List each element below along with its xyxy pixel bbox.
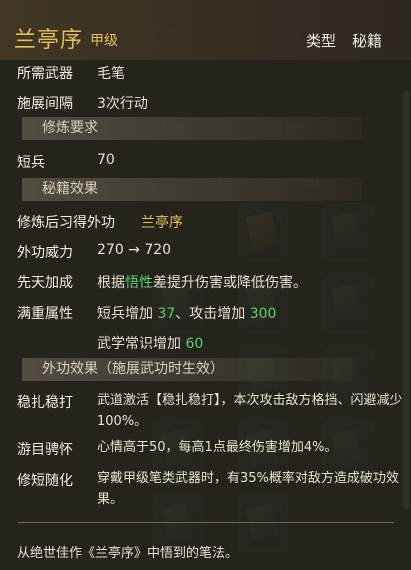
item-title: 兰亭序 [14, 28, 84, 53]
power-value: 270 → 720 [97, 242, 172, 258]
item-grade: 甲级 [90, 33, 118, 49]
interval-row: 施展间隔 3次行动 [17, 93, 148, 113]
weight-line1-prefix: 短兵增加 [97, 306, 158, 322]
effect3-label: 修短随化 [17, 473, 73, 489]
divider [18, 522, 394, 523]
weight-line-2: 武学常识增加 60 [97, 333, 203, 353]
effect1-row: 稳扎稳打 [17, 392, 73, 412]
effect2-label: 游目骋怀 [17, 442, 73, 458]
weight-value-1: 37 [157, 306, 176, 322]
learn-label: 修炼后习得外功 [17, 215, 115, 231]
weapon-label: 所需武器 [17, 66, 73, 82]
section-requirement: 修炼要求 [22, 117, 362, 140]
item-tooltip: 兰亭序 甲级 类型 秘籍 所需武器 毛笔 施展间隔 3次行动 修炼要求 短兵 7… [0, 0, 411, 570]
req-label: 短兵 [17, 155, 45, 171]
interval-value: 3次行动 [97, 96, 148, 112]
title-bar: 兰亭序 甲级 类型 秘籍 [0, 0, 411, 60]
innate-text: 根据悟性差提升伤害或降低伤害。 [97, 272, 307, 292]
weight-value-3: 60 [185, 336, 204, 352]
weight-label: 满重属性 [17, 306, 73, 322]
weapon-value: 毛笔 [97, 66, 125, 82]
effect3-desc: 穿戴甲级笔类武器时，有35%概率对敌方造成破功效果。 [97, 471, 399, 507]
power-row: 外功威力 270 → 720 [17, 242, 171, 262]
type-value: 秘籍 [352, 32, 383, 50]
interval-label: 施展间隔 [17, 96, 73, 112]
effect2-desc: 心情高于50，每高1点最终伤害增加4%。 [97, 440, 338, 455]
power-label: 外功威力 [17, 245, 73, 261]
weapon-row: 所需武器 毛笔 [17, 63, 125, 83]
weight-line2-prefix: 武学常识增加 [97, 336, 186, 352]
weight-row: 满重属性 短兵增加 37、攻击增加 300 [17, 303, 276, 323]
weight-value-2: 300 [249, 306, 277, 322]
effect2-row: 游目骋怀 [17, 439, 73, 459]
learn-value: 兰亭序 [141, 215, 183, 231]
req-row: 短兵 70 [17, 152, 115, 172]
weight-line1-mid: 、攻击增加 [175, 306, 250, 322]
innate-label: 先天加成 [17, 275, 73, 291]
innate-suffix: 差提升伤害或降低伤害。 [153, 275, 307, 291]
innate-row: 先天加成 根据悟性差提升伤害或降低伤害。 [17, 272, 307, 292]
flavor-text: 从绝世佳作《兰亭序》中悟到的笔法。 [17, 546, 239, 561]
type-label: 类型 [306, 32, 337, 50]
innate-stat: 悟性 [125, 275, 153, 291]
section-outer-effect: 外功效果（施展武功时生效） [22, 358, 352, 381]
effect1-desc: 武道激活【稳扎稳打】，本次攻击敌方格挡、闪避减少100%。 [97, 393, 403, 429]
section-effect: 秘籍效果 [22, 178, 362, 201]
req-value: 70 [97, 152, 115, 168]
innate-prefix: 根据 [97, 275, 125, 291]
effect1-label: 稳扎稳打 [17, 395, 73, 411]
learn-row: 修炼后习得外功 兰亭序 [17, 212, 183, 232]
effect3-row: 修短随化 [17, 470, 73, 490]
weight-line-1: 短兵增加 37、攻击增加 300 [97, 303, 276, 323]
scrollbar[interactable] [403, 90, 409, 510]
